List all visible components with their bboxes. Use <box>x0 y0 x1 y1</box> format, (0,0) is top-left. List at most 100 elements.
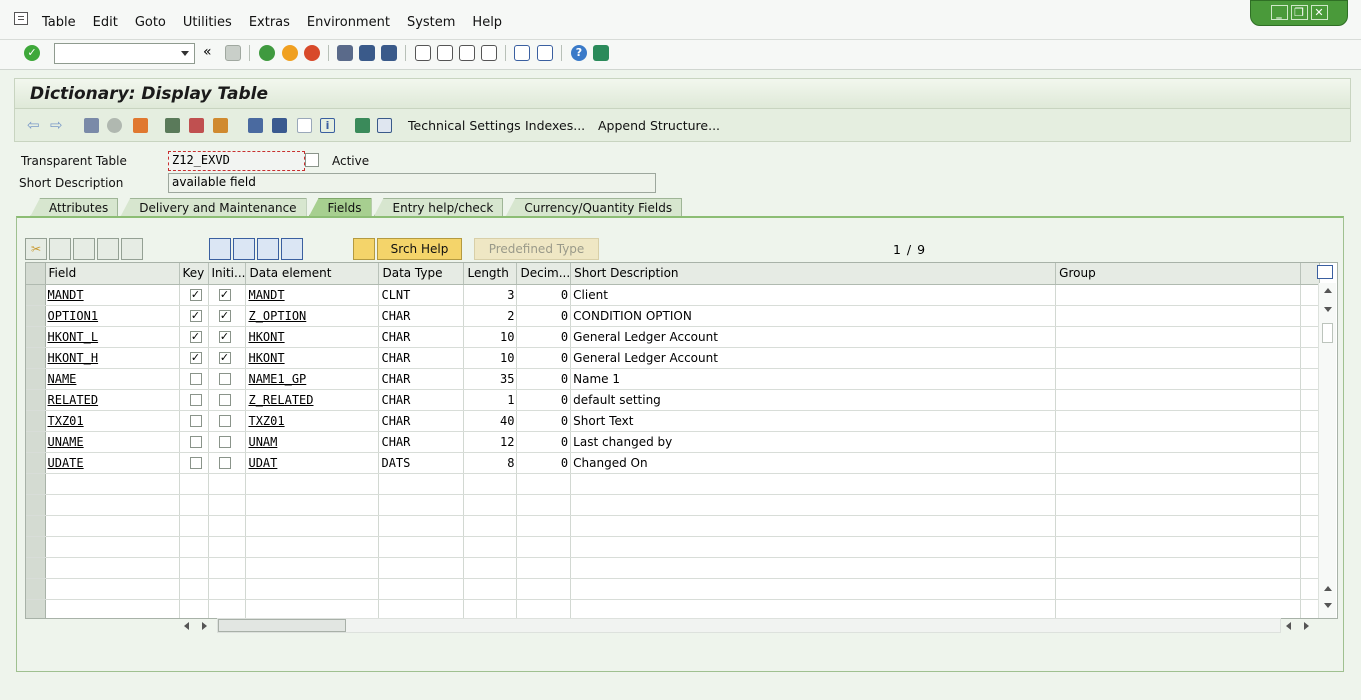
column-header[interactable]: Field <box>45 263 180 285</box>
table-row[interactable]: UDATE UDAT DATS 8 0 Changed On <box>26 452 1321 474</box>
row-selector[interactable] <box>26 557 46 579</box>
initial-values-checkbox[interactable]: ✓ <box>218 289 231 301</box>
activate-icon[interactable] <box>189 118 204 133</box>
value-help-icon[interactable] <box>305 153 319 167</box>
data-element-cell[interactable]: TXZ01 <box>245 410 380 432</box>
data-element-cell[interactable]: NAME1_GP <box>245 368 380 390</box>
key-checkbox[interactable]: ✓ <box>189 331 202 343</box>
field-name-cell[interactable]: UNAME <box>45 431 180 453</box>
data-element-cell[interactable]: Z_RELATED <box>245 389 380 411</box>
field-name-cell[interactable]: MANDT <box>45 284 180 306</box>
cut-icon[interactable]: ✂ <box>25 238 47 260</box>
scroll-thumb[interactable] <box>1322 323 1333 343</box>
copy-icon[interactable] <box>49 238 71 260</box>
scroll-thumb[interactable] <box>218 619 346 632</box>
find-next-icon[interactable] <box>381 45 397 61</box>
predefined-type-button[interactable]: Predefined Type <box>474 238 599 260</box>
row-selector[interactable] <box>26 452 46 474</box>
search-help-button[interactable]: Srch Help <box>377 238 462 260</box>
paste-icon[interactable] <box>73 238 95 260</box>
short-description-field[interactable]: available field <box>168 173 656 193</box>
minimize-icon[interactable]: _ <box>1270 5 1288 20</box>
initial-values-checkbox[interactable]: ✓ <box>218 331 231 343</box>
key-checkbox[interactable]: ✓ <box>189 310 202 322</box>
cancel-icon[interactable] <box>304 45 320 61</box>
indexes-button[interactable]: Indexes... <box>525 118 585 133</box>
navigate-icon[interactable] <box>213 118 228 133</box>
empty-row[interactable] <box>26 578 1321 600</box>
scroll-right-icon[interactable] <box>1304 622 1309 630</box>
details-icon[interactable] <box>233 238 255 260</box>
hierarchy-icon[interactable] <box>248 118 263 133</box>
close-icon[interactable]: ✕ <box>1310 5 1328 20</box>
initial-values-checkbox[interactable] <box>218 415 231 427</box>
scroll-track[interactable] <box>217 618 1281 633</box>
menu-system[interactable]: System <box>407 15 455 30</box>
table-row[interactable]: NAME NAME1_GP CHAR 35 0 Name 1 <box>26 368 1321 390</box>
append-structure-button[interactable]: Append Structure... <box>598 118 720 133</box>
align-icon[interactable] <box>272 118 287 133</box>
table-row[interactable]: TXZ01 TXZ01 CHAR 40 0 Short Text <box>26 410 1321 432</box>
row-selector[interactable] <box>26 431 46 453</box>
initial-values-checkbox[interactable]: ✓ <box>218 310 231 322</box>
key-checkbox[interactable] <box>189 457 202 469</box>
menu-goto[interactable]: Goto <box>135 15 166 30</box>
where-used-icon[interactable] <box>165 118 180 133</box>
tab-attributes[interactable]: Attributes <box>30 198 119 217</box>
key-icon[interactable] <box>353 238 375 260</box>
field-name-cell[interactable]: RELATED <box>45 389 180 411</box>
scroll-down-icon[interactable] <box>1324 603 1332 608</box>
scroll-left-icon[interactable] <box>1286 622 1291 630</box>
row-selector[interactable] <box>26 389 46 411</box>
grid-icon[interactable] <box>377 118 392 133</box>
column-header[interactable]: Decim... <box>516 263 572 285</box>
print-icon[interactable] <box>337 45 353 61</box>
row-selector[interactable] <box>26 473 46 495</box>
expand-all-icon[interactable] <box>281 238 303 260</box>
row-selector[interactable] <box>26 305 46 327</box>
table-row[interactable]: HKONT_H ✓ ✓ HKONT CHAR 10 0 General Ledger Acco… <box>26 347 1321 369</box>
initial-values-checkbox[interactable] <box>218 457 231 469</box>
field-name-cell[interactable]: NAME <box>45 368 180 390</box>
forward-arrow-icon[interactable]: ⇨ <box>50 118 65 133</box>
row-selector[interactable] <box>26 368 46 390</box>
collapse-icon[interactable]: « <box>203 45 219 61</box>
clipboard-icon[interactable] <box>257 238 279 260</box>
tab-delivery-and-maintenance[interactable]: Delivery and Maintenance <box>120 198 307 217</box>
column-header[interactable]: Short Description <box>570 263 1057 285</box>
column-settings-icon[interactable] <box>1317 265 1333 279</box>
table-name-field[interactable]: Z12_EXVD <box>168 151 305 171</box>
column-header[interactable]: Key <box>179 263 209 285</box>
field-name-cell[interactable]: UDATE <box>45 452 180 474</box>
data-element-cell[interactable]: UNAM <box>245 431 380 453</box>
tab-currency-quantity-fields[interactable]: Currency/Quantity Fields <box>505 198 683 217</box>
scroll-left-icon[interactable] <box>184 622 189 630</box>
column-header[interactable]: Length <box>463 263 518 285</box>
menu-help[interactable]: Help <box>472 15 502 30</box>
next-page-icon[interactable] <box>459 45 475 61</box>
menu-table[interactable]: Table <box>42 15 76 30</box>
row-selector[interactable] <box>26 578 46 600</box>
empty-row[interactable] <box>26 494 1321 516</box>
table-row[interactable]: MANDT ✓ ✓ MANDT CLNT 3 0 Client <box>26 284 1321 306</box>
key-checkbox[interactable] <box>189 436 202 448</box>
data-element-cell[interactable]: UDAT <box>245 452 380 474</box>
delete-row-icon[interactable] <box>121 238 143 260</box>
row-selector[interactable] <box>26 284 46 306</box>
exit-icon[interactable] <box>282 45 298 61</box>
empty-row[interactable] <box>26 557 1321 579</box>
row-selector[interactable] <box>26 515 46 537</box>
key-checkbox[interactable] <box>189 415 202 427</box>
enter-icon[interactable]: ✓ <box>24 45 40 61</box>
menu-edit[interactable]: Edit <box>93 15 118 30</box>
technical-settings-button[interactable]: Technical Settings <box>408 118 521 133</box>
menu-environment[interactable]: Environment <box>307 15 390 30</box>
restore-icon[interactable]: ❐ <box>1290 5 1308 20</box>
field-name-cell[interactable]: HKONT_H <box>45 347 180 369</box>
previous-page-icon[interactable] <box>437 45 453 61</box>
horizontal-scrollbar[interactable] <box>180 618 1315 634</box>
table-row[interactable]: OPTION1 ✓ ✓ Z_OPTION CHAR 2 0 CONDITION OPTION <box>26 305 1321 327</box>
scroll-up-icon[interactable] <box>1324 586 1332 591</box>
menu-icon[interactable] <box>14 12 28 25</box>
scroll-right-icon[interactable] <box>202 622 207 630</box>
